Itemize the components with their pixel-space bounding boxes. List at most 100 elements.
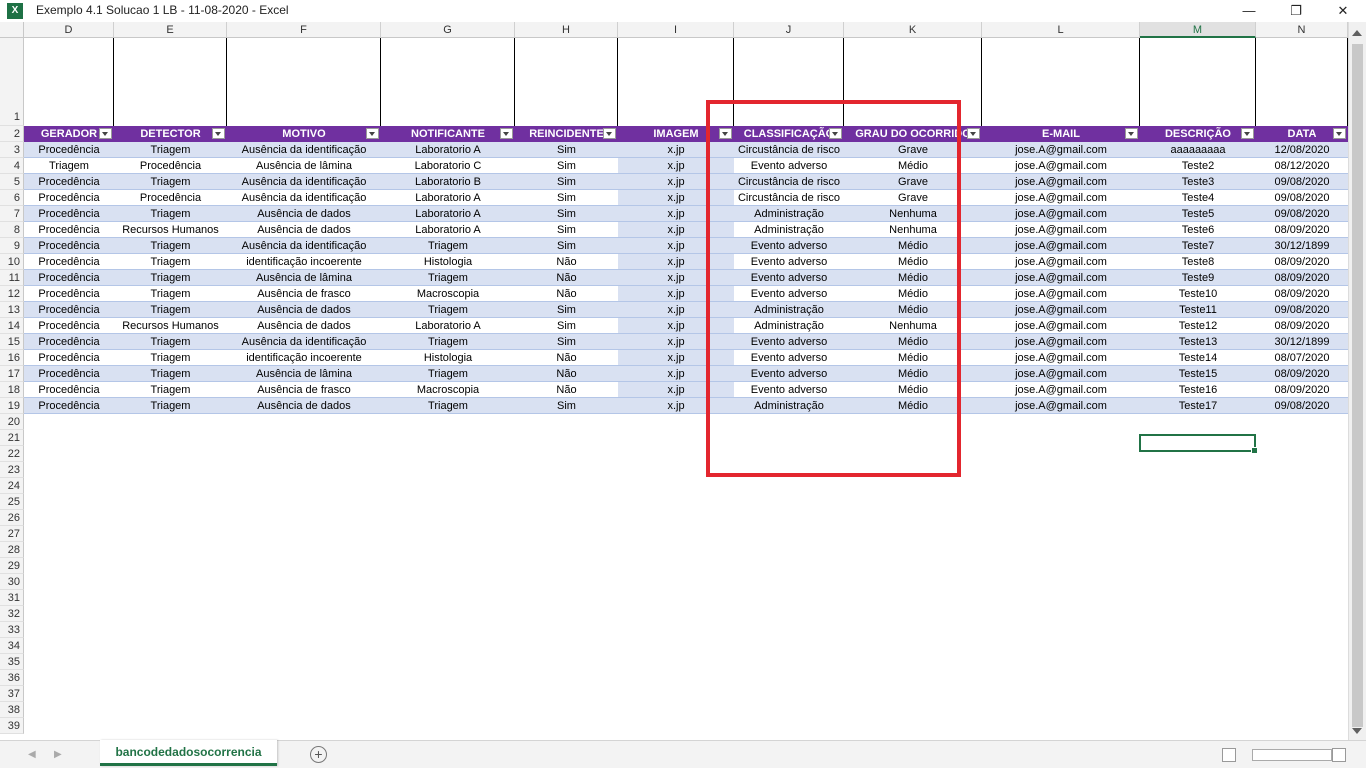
- table-cell[interactable]: identificação incoerente: [227, 350, 381, 366]
- table-cell[interactable]: Procedência: [114, 158, 227, 174]
- table-cell[interactable]: jose.A@gmail.com: [982, 222, 1140, 238]
- table-cell[interactable]: Triagem: [114, 382, 227, 398]
- row-header[interactable]: 16: [0, 350, 24, 366]
- column-header-e[interactable]: E: [114, 22, 227, 38]
- table-cell[interactable]: Procedência: [24, 270, 114, 286]
- vertical-scrollbar[interactable]: [1348, 22, 1366, 740]
- row-header[interactable]: 25: [0, 494, 24, 510]
- table-cell[interactable]: Laboratorio A: [381, 222, 515, 238]
- table-cell[interactable]: jose.A@gmail.com: [982, 382, 1140, 398]
- table-cell[interactable]: Histologia: [381, 254, 515, 270]
- table-cell[interactable]: Procedência: [24, 350, 114, 366]
- row-header[interactable]: 1: [0, 38, 24, 126]
- row-header[interactable]: 27: [0, 526, 24, 542]
- table-cell[interactable]: Teste10: [1140, 286, 1256, 302]
- column-header-h[interactable]: H: [515, 22, 618, 38]
- table-cell[interactable]: Recursos Humanos: [114, 318, 227, 334]
- row1-cell[interactable]: [114, 38, 227, 126]
- table-cell[interactable]: Histologia: [381, 350, 515, 366]
- table-cell[interactable]: Triagem: [114, 270, 227, 286]
- table-cell[interactable]: 09/08/2020: [1256, 206, 1348, 222]
- table-cell[interactable]: Triagem: [114, 206, 227, 222]
- table-cell[interactable]: jose.A@gmail.com: [982, 350, 1140, 366]
- row1-cell[interactable]: [24, 38, 114, 126]
- table-cell[interactable]: Ausência de dados: [227, 398, 381, 414]
- table-cell[interactable]: Triagem: [381, 238, 515, 254]
- column-header-g[interactable]: G: [381, 22, 515, 38]
- table-cell[interactable]: Laboratorio A: [381, 206, 515, 222]
- row1-cell[interactable]: [381, 38, 515, 126]
- table-cell[interactable]: Teste11: [1140, 302, 1256, 318]
- table-cell[interactable]: Teste8: [1140, 254, 1256, 270]
- table-cell[interactable]: Ausência de lâmina: [227, 270, 381, 286]
- table-cell[interactable]: 12/08/2020: [1256, 142, 1348, 158]
- row-header[interactable]: 32: [0, 606, 24, 622]
- table-cell[interactable]: Triagem: [114, 398, 227, 414]
- table-cell[interactable]: jose.A@gmail.com: [982, 206, 1140, 222]
- table-cell[interactable]: Ausência de dados: [227, 302, 381, 318]
- row1-cell[interactable]: [227, 38, 381, 126]
- table-cell[interactable]: Triagem: [381, 334, 515, 350]
- row-header[interactable]: 22: [0, 446, 24, 462]
- table-cell[interactable]: 08/09/2020: [1256, 366, 1348, 382]
- table-cell[interactable]: Sim: [515, 398, 618, 414]
- table-cell[interactable]: Triagem: [114, 174, 227, 190]
- table-cell[interactable]: jose.A@gmail.com: [982, 318, 1140, 334]
- vertical-scroll-thumb[interactable]: [1352, 44, 1363, 727]
- table-cell[interactable]: Ausência de lâmina: [227, 366, 381, 382]
- row-header[interactable]: 12: [0, 286, 24, 302]
- table-cell[interactable]: Triagem: [114, 366, 227, 382]
- table-cell[interactable]: jose.A@gmail.com: [982, 238, 1140, 254]
- next-sheet-icon[interactable]: ▶: [54, 749, 62, 760]
- table-cell[interactable]: 09/08/2020: [1256, 398, 1348, 414]
- restore-button[interactable]: ❐: [1273, 0, 1319, 22]
- row-header[interactable]: 23: [0, 462, 24, 478]
- filter-dropdown-icon[interactable]: [500, 128, 513, 139]
- row-header[interactable]: 20: [0, 414, 24, 430]
- table-cell[interactable]: Sim: [515, 334, 618, 350]
- table-cell[interactable]: Ausência da identificação: [227, 142, 381, 158]
- filter-dropdown-icon[interactable]: [1241, 128, 1254, 139]
- table-cell[interactable]: jose.A@gmail.com: [982, 286, 1140, 302]
- table-cell[interactable]: jose.A@gmail.com: [982, 190, 1140, 206]
- row-header[interactable]: 30: [0, 574, 24, 590]
- table-cell[interactable]: Sim: [515, 190, 618, 206]
- column-header-d[interactable]: D: [24, 22, 114, 38]
- table-cell[interactable]: Sim: [515, 206, 618, 222]
- table-cell[interactable]: Procedência: [24, 398, 114, 414]
- table-cell[interactable]: 30/12/1899: [1256, 238, 1348, 254]
- table-cell[interactable]: 08/12/2020: [1256, 158, 1348, 174]
- table-cell[interactable]: Procedência: [24, 222, 114, 238]
- table-cell[interactable]: Procedência: [24, 382, 114, 398]
- table-cell[interactable]: Macroscopia: [381, 382, 515, 398]
- table-cell[interactable]: Procedência: [114, 190, 227, 206]
- table-cell[interactable]: Teste13: [1140, 334, 1256, 350]
- table-cell[interactable]: jose.A@gmail.com: [982, 254, 1140, 270]
- filter-dropdown-icon[interactable]: [967, 128, 980, 139]
- table-cell[interactable]: Triagem: [114, 142, 227, 158]
- row-header[interactable]: 10: [0, 254, 24, 270]
- table-cell[interactable]: Ausência de dados: [227, 206, 381, 222]
- table-cell[interactable]: Teste16: [1140, 382, 1256, 398]
- table-cell[interactable]: Laboratorio A: [381, 318, 515, 334]
- filter-dropdown-icon[interactable]: [99, 128, 112, 139]
- table-cell[interactable]: Ausência da identificação: [227, 174, 381, 190]
- table-cell[interactable]: 08/09/2020: [1256, 222, 1348, 238]
- filter-dropdown-icon[interactable]: [366, 128, 379, 139]
- table-cell[interactable]: Laboratorio C: [381, 158, 515, 174]
- table-cell[interactable]: Sim: [515, 142, 618, 158]
- table-cell[interactable]: Não: [515, 270, 618, 286]
- column-header-n[interactable]: N: [1256, 22, 1348, 38]
- table-cell[interactable]: Procedência: [24, 334, 114, 350]
- table-cell[interactable]: Teste7: [1140, 238, 1256, 254]
- column-header-l[interactable]: L: [982, 22, 1140, 38]
- row-header[interactable]: 18: [0, 382, 24, 398]
- row-header[interactable]: 5: [0, 174, 24, 190]
- table-cell[interactable]: Procedência: [24, 174, 114, 190]
- row-header[interactable]: 37: [0, 686, 24, 702]
- table-cell[interactable]: Procedência: [24, 254, 114, 270]
- table-cell[interactable]: 08/09/2020: [1256, 254, 1348, 270]
- table-cell[interactable]: Procedência: [24, 190, 114, 206]
- row-header[interactable]: 17: [0, 366, 24, 382]
- table-cell[interactable]: Triagem: [114, 302, 227, 318]
